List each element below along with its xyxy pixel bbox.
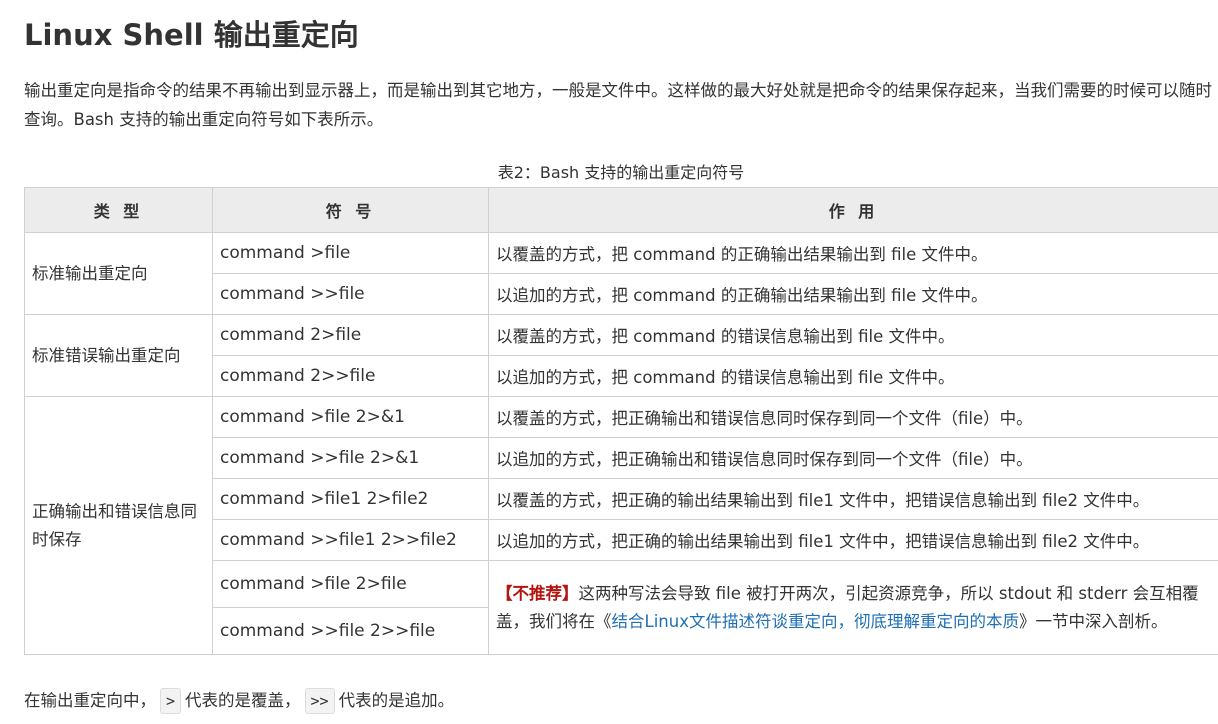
symbol-cell: command >file 2>file xyxy=(212,560,489,608)
effect-cell: 以追加的方式，把 command 的正确输出结果输出到 file 文件中。 xyxy=(488,273,1218,315)
effect-cell: 以覆盖的方式，把 command 的正确输出结果输出到 file 文件中。 xyxy=(488,232,1218,274)
effect-cell: 以追加的方式，把 command 的错误信息输出到 file 文件中。 xyxy=(488,355,1218,397)
effect-cell: 以追加的方式，把正确输出和错误信息同时保存到同一个文件（file）中。 xyxy=(488,437,1218,479)
symbol-cell: command 2>file xyxy=(212,314,489,356)
symbol-cell: command >>file1 2>>file2 xyxy=(212,519,489,561)
effect-cell: 以覆盖的方式，把 command 的错误信息输出到 file 文件中。 xyxy=(488,314,1218,356)
symbol-cell: command 2>>file xyxy=(212,355,489,397)
page-title: Linux Shell 输出重定向 xyxy=(24,18,359,52)
table-caption: 表2：Bash 支持的输出重定向符号 xyxy=(497,163,745,182)
symbol-cell: command >>file xyxy=(212,273,489,315)
table-row: 正确输出和错误信息同时保存 command >file 2>&1 以覆盖的方式，… xyxy=(24,396,1218,655)
symbol-cell: command >>file 2>>file xyxy=(212,607,489,655)
not-recommended-label: 【不推荐】 xyxy=(496,583,579,603)
type-cell: 标准输出重定向 xyxy=(24,232,213,315)
symbol-cell: command >file1 2>file2 xyxy=(212,478,489,520)
header-type: 类 型 xyxy=(24,187,213,233)
type-cell: 标准错误输出重定向 xyxy=(24,314,213,397)
link-open-quote: 《 xyxy=(595,611,612,631)
intro-paragraph: 输出重定向是指命令的结果不再输出到显示器上，而是输出到其它地方，一般是文件中。这… xyxy=(24,81,1212,129)
link-close-quote: 》 xyxy=(1018,611,1036,631)
outro-prefix: 在输出重定向中， xyxy=(24,691,156,710)
table-row: 标准错误输出重定向 command 2>file 以覆盖的方式，把 comman… xyxy=(24,314,1218,397)
redirect-table: 类 型 符 号 作 用 标准输出重定向 command >file 以覆盖的方式… xyxy=(24,187,1218,655)
symbol-cell: command >file 2>&1 xyxy=(212,396,489,438)
effect-cell: 以覆盖的方式，把正确的输出结果输出到 file1 文件中，把错误信息输出到 fi… xyxy=(488,478,1218,520)
effect-cell: 以覆盖的方式，把正确输出和错误信息同时保存到同一个文件（file）中。 xyxy=(488,396,1218,438)
table-row: 标准输出重定向 command >file 以覆盖的方式，把 command 的… xyxy=(24,232,1218,315)
article-link[interactable]: 结合Linux文件描述符谈重定向，彻底理解重定向的本质 xyxy=(612,612,1019,631)
symbol-cell: command >file xyxy=(212,232,489,274)
table-header-row: 类 型 符 号 作 用 xyxy=(24,187,1218,233)
note-text-after: 一节中深入剖析。 xyxy=(1035,611,1168,631)
warning-note-cell: 【不推荐】这两种写法会导致 file 被打开两次，引起资源竞争，所以 stdou… xyxy=(488,560,1218,655)
header-symbol: 符 号 xyxy=(212,187,489,233)
outro-middle: 代表的是覆盖， xyxy=(185,691,301,710)
header-effect: 作 用 xyxy=(488,187,1218,233)
append-symbol: >> xyxy=(304,688,335,714)
outro-paragraph: 在输出重定向中， > 代表的是覆盖， >> 代表的是追加。 xyxy=(24,686,454,716)
overwrite-symbol: > xyxy=(160,688,182,714)
effect-cell: 以追加的方式，把正确的输出结果输出到 file1 文件中，把错误信息输出到 fi… xyxy=(488,519,1218,561)
type-cell: 正确输出和错误信息同时保存 xyxy=(24,396,213,655)
symbol-cell: command >>file 2>&1 xyxy=(212,437,489,479)
outro-suffix: 代表的是追加。 xyxy=(338,691,455,710)
